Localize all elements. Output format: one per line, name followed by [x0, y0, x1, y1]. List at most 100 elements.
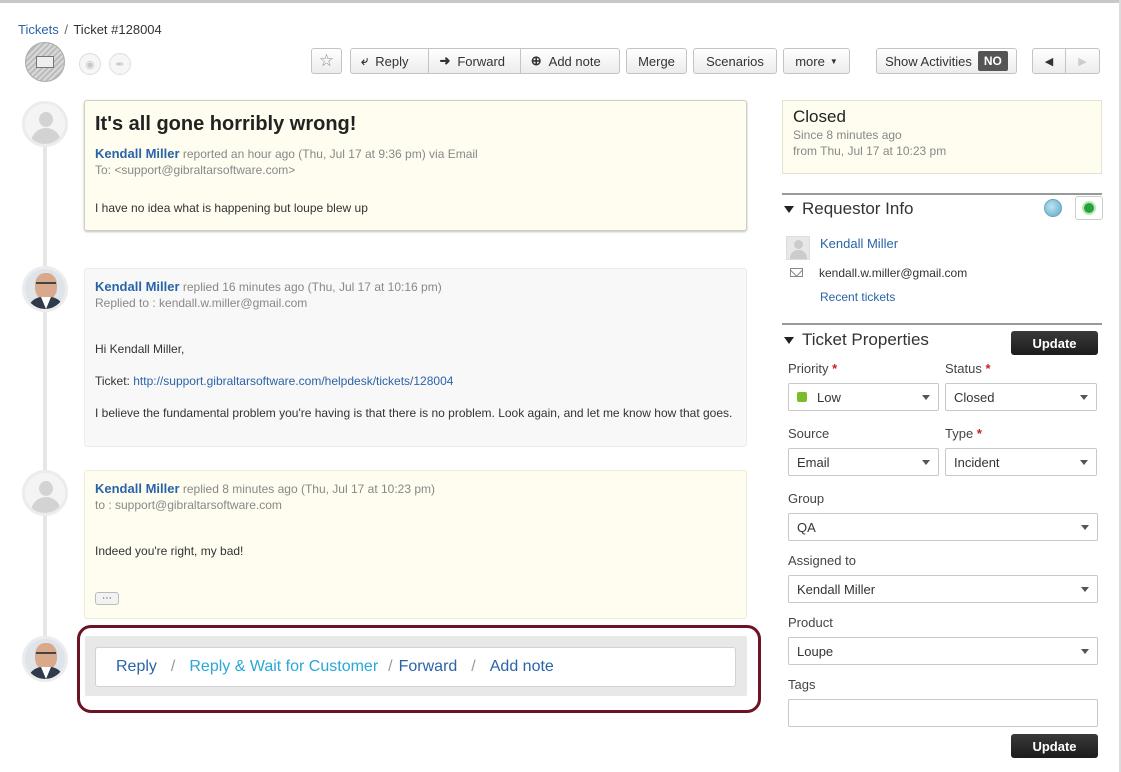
update-button-bottom[interactable]: Update [1011, 734, 1098, 758]
message-body: I believe the fundamental problem you're… [95, 406, 733, 420]
status-select[interactable]: Closed [945, 383, 1097, 411]
message-to: to : support@gibraltarsoftware.com [95, 498, 282, 512]
status-label: Status * [945, 361, 991, 376]
scenarios-label: Scenarios [706, 53, 764, 69]
toolbar-add-note-label: Add note [548, 53, 601, 69]
more-dropdown-button[interactable]: more ▼ [783, 48, 850, 74]
message-to: To: <support@gibraltarsoftware.com> [95, 163, 296, 177]
product-label: Product [788, 615, 833, 630]
dropdown-arrow-icon [1080, 460, 1088, 465]
message-action: replied 16 minutes ago (Thu, Jul 17 at 1… [182, 280, 442, 294]
tags-input[interactable] [788, 699, 1098, 727]
group-select[interactable]: QA [788, 513, 1098, 541]
update-button-top[interactable]: Update [1011, 331, 1098, 355]
prev-ticket-button[interactable]: ◀ [1033, 49, 1067, 73]
status-from: from Thu, Jul 17 at 10:23 pm [793, 144, 947, 158]
status-box: Closed Since 8 minutes ago from Thu, Jul… [782, 100, 1102, 174]
ticket-properties-title: Ticket Properties [802, 330, 929, 349]
show-quoted-button[interactable]: ⋯ [95, 592, 119, 605]
avatar [22, 266, 68, 312]
author-link[interactable]: Kendall Miller [95, 481, 180, 496]
ticket-url-line: Ticket: http://support.gibraltarsoftware… [95, 373, 736, 390]
requestor-name-link[interactable]: Kendall Miller [820, 236, 898, 251]
avatar [22, 101, 68, 147]
assigned-select[interactable]: Kendall Miller [788, 575, 1098, 603]
status-state: Closed [793, 107, 846, 126]
watch-icon[interactable]: ◉ [79, 53, 101, 75]
avatar [22, 470, 68, 516]
author-link[interactable]: Kendall Miller [95, 279, 180, 294]
requestor-email: kendall.w.miller@gmail.com [819, 266, 968, 280]
show-activities-label: Show Activities [885, 53, 972, 69]
dropdown-arrow-icon [1081, 525, 1089, 530]
group-label: Group [788, 491, 825, 506]
conversation-item: Kendall Miller replied 8 minutes ago (Th… [84, 470, 747, 619]
type-select[interactable]: Incident [945, 448, 1097, 476]
priority-color-dot [797, 392, 807, 402]
source-label: Source [788, 426, 830, 441]
message-body: I have no idea what is happening but lou… [95, 201, 368, 215]
toolbar-reply-label: Reply [375, 53, 409, 69]
type-value: Incident [954, 454, 1000, 470]
tags-label: Tags [788, 677, 816, 692]
app-icon [1082, 201, 1096, 215]
product-value: Loupe [797, 643, 834, 659]
type-label: Type * [945, 426, 982, 441]
ticket-description: It's all gone horribly wrong! Kendall Mi… [84, 100, 747, 231]
mail-icon [790, 268, 803, 277]
timeline-line [43, 130, 47, 655]
highlight-outline [77, 625, 761, 713]
dropdown-arrow-icon [1080, 395, 1088, 400]
section-divider [782, 193, 1102, 195]
reply-toolbar-group: ⤶ Reply ➜ Forward ⊕ Add note [350, 48, 620, 74]
dropdown-arrow-icon [1081, 587, 1089, 592]
priority-select[interactable]: Low [788, 383, 939, 411]
star-icon: ☆ [318, 51, 335, 70]
ticket-properties-header[interactable]: Ticket Properties [784, 330, 929, 350]
collapse-triangle-icon [784, 336, 794, 344]
group-value: QA [797, 519, 816, 535]
product-select[interactable]: Loupe [788, 637, 1098, 665]
section-divider [782, 323, 1102, 325]
avatar [22, 636, 68, 682]
add-note-icon: ⊕ [530, 53, 542, 68]
globe-icon[interactable] [1044, 199, 1062, 217]
requestor-avatar [786, 236, 810, 260]
scenarios-button[interactable]: Scenarios [693, 48, 777, 74]
breadcrumb-separator: / [64, 22, 68, 37]
merge-button[interactable]: Merge [626, 48, 687, 74]
dropdown-arrow-icon [1081, 649, 1089, 654]
priority-value: Low [817, 389, 841, 405]
ticket-url-link[interactable]: http://support.gibraltarsoftware.com/hel… [133, 374, 453, 388]
ticket-source-email-icon [25, 42, 65, 82]
source-select[interactable]: Email [788, 448, 939, 476]
star-button[interactable]: ☆ [311, 48, 342, 74]
recent-tickets-link[interactable]: Recent tickets [820, 290, 895, 304]
breadcrumb-current: Ticket #128004 [73, 22, 162, 37]
author-link[interactable]: Kendall Miller [95, 146, 180, 161]
toolbar-reply-button[interactable]: ⤶ Reply [351, 49, 430, 73]
toolbar-forward-label: Forward [457, 53, 506, 69]
breadcrumb-tickets-link[interactable]: Tickets [18, 22, 59, 37]
status-since: Since 8 minutes ago [793, 128, 902, 142]
show-activities-state: NO [977, 51, 1008, 71]
integration-button[interactable] [1075, 196, 1103, 220]
toolbar-add-note-button[interactable]: ⊕ Add note [521, 49, 619, 73]
message-greeting: Hi Kendall Miller, [95, 342, 185, 356]
show-activities-toggle[interactable]: Show Activities NO [876, 48, 1017, 74]
source-value: Email [797, 454, 830, 470]
chevron-left-icon: ◀ [1044, 55, 1054, 68]
edit-icon[interactable]: ✒ [109, 53, 131, 75]
priority-label: Priority * [788, 361, 838, 376]
requestor-info-header[interactable]: Requestor Info [784, 199, 914, 219]
ticket-subject: It's all gone horribly wrong! [95, 113, 357, 135]
next-ticket-button[interactable]: ▶ [1066, 49, 1099, 73]
ticket-url-label: Ticket: [95, 374, 130, 388]
breadcrumb: Tickets / Ticket #128004 [18, 22, 162, 37]
message-action: replied 8 minutes ago (Thu, Jul 17 at 10… [182, 482, 436, 496]
merge-label: Merge [638, 53, 675, 69]
toolbar-forward-button[interactable]: ➜ Forward [429, 49, 521, 73]
caret-down-icon: ▼ [829, 56, 838, 66]
dropdown-arrow-icon [922, 395, 930, 400]
ticket-pager: ◀ ▶ [1032, 48, 1100, 74]
